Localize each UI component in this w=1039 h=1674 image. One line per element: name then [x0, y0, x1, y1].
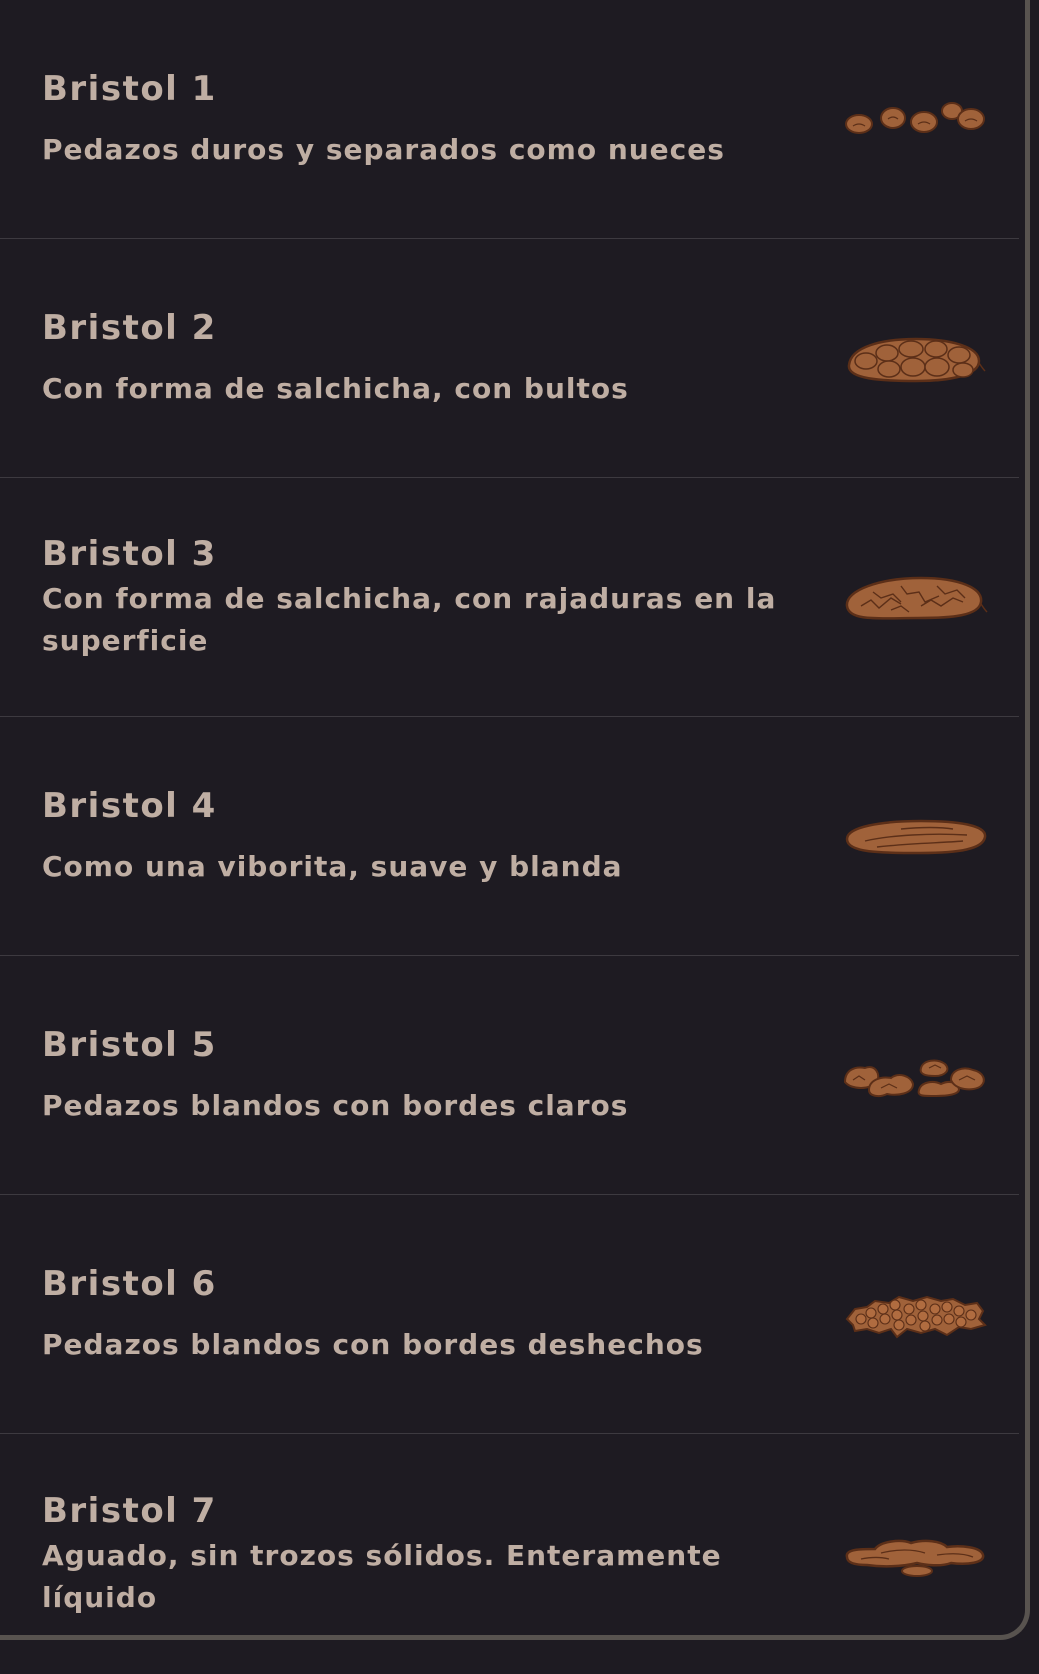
- cracked-sausage-icon: [841, 562, 991, 632]
- bristol-type-row-6[interactable]: Bristol 6 Pedazos blandos con bordes des…: [0, 1195, 1019, 1434]
- type-description: Pedazos blandos con bordes deshechos: [42, 1328, 704, 1361]
- type-title: Bristol 2: [42, 308, 217, 348]
- type-title: Bristol 7: [42, 1491, 217, 1531]
- mushy-pieces-icon: [841, 1279, 991, 1349]
- smooth-snake-icon: [841, 801, 991, 871]
- liquid-puddle-icon: [841, 1519, 991, 1589]
- bristol-type-row-5[interactable]: Bristol 5 Pedazos blandos con bordes cla…: [0, 956, 1019, 1195]
- type-description: Pedazos duros y separados como nueces: [42, 133, 725, 166]
- separate-hard-lumps-icon: [841, 84, 991, 154]
- bristol-type-row-4[interactable]: Bristol 4 Como una viborita, suave y bla…: [0, 717, 1019, 956]
- type-description: Con forma de salchicha, con rajaduras en…: [42, 582, 777, 657]
- type-title: Bristol 5: [42, 1025, 217, 1065]
- bristol-type-list: Bristol 1 Pedazos duros y separados como…: [0, 0, 1019, 1674]
- type-title: Bristol 1: [42, 69, 217, 109]
- type-title: Bristol 3: [42, 534, 217, 574]
- soft-blobs-icon: [841, 1040, 991, 1110]
- bristol-type-row-2[interactable]: Bristol 2 Con forma de salchicha, con bu…: [0, 239, 1019, 478]
- lumpy-sausage-icon: [841, 323, 991, 393]
- type-description: Aguado, sin trozos sólidos. Enteramente …: [42, 1539, 722, 1614]
- type-title: Bristol 4: [42, 786, 217, 826]
- bristol-type-row-3[interactable]: Bristol 3 Con forma de salchicha, con ra…: [0, 478, 1019, 717]
- type-title: Bristol 6: [42, 1264, 217, 1304]
- type-description: Como una viborita, suave y blanda: [42, 850, 623, 883]
- bristol-scale-panel: Bristol 1 Pedazos duros y separados como…: [0, 0, 1030, 1640]
- type-description: Con forma de salchicha, con bultos: [42, 372, 629, 405]
- type-description: Pedazos blandos con bordes claros: [42, 1089, 629, 1122]
- bristol-type-row-1[interactable]: Bristol 1 Pedazos duros y separados como…: [0, 0, 1019, 239]
- bristol-type-row-7[interactable]: Bristol 7 Aguado, sin trozos sólidos. En…: [0, 1434, 1019, 1674]
